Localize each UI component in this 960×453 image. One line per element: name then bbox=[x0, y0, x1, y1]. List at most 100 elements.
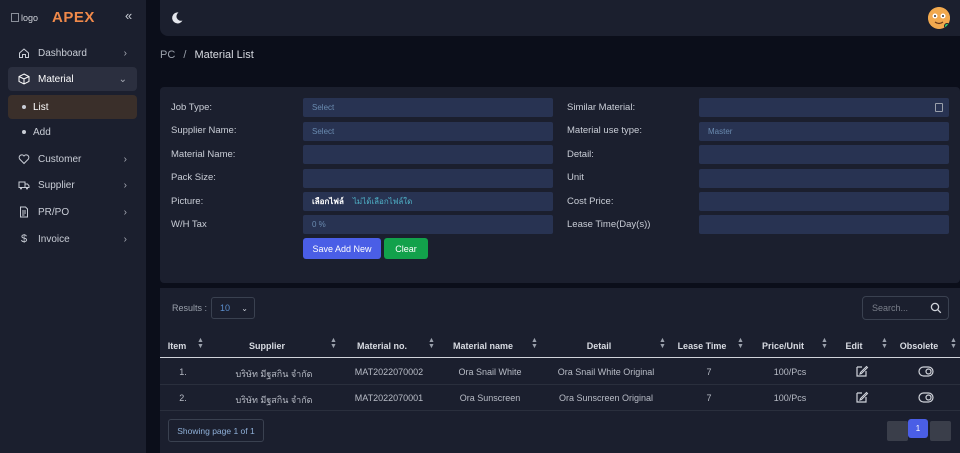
sort-icon[interactable]: ▲ ▼ bbox=[737, 337, 744, 350]
table-row: 2. บริษัท มีฐสกิน จำกัด MAT2022070001 Or… bbox=[160, 385, 960, 411]
column-header-supplier[interactable]: Supplier bbox=[249, 341, 285, 351]
bullet-icon bbox=[22, 105, 26, 109]
supplier-name-label: Supplier Name: bbox=[171, 125, 237, 136]
brand-name: APEX bbox=[52, 9, 95, 26]
topbar bbox=[160, 0, 960, 36]
cell-detail: Ora Snail White Original bbox=[557, 367, 655, 377]
document-icon bbox=[18, 206, 30, 218]
cell-item: 2. bbox=[179, 393, 187, 403]
sidebar-item-dashboard[interactable]: Dashboard › bbox=[8, 41, 137, 65]
column-header-price-unit[interactable]: Price/Unit bbox=[762, 341, 804, 351]
sidebar-item-label: PR/PO bbox=[38, 206, 70, 218]
similar-material-label: Similar Material: bbox=[567, 102, 636, 113]
cell-material-no: MAT2022070001 bbox=[354, 393, 424, 403]
sort-icon[interactable]: ▲ ▼ bbox=[881, 337, 888, 350]
sidebar-item-invoice[interactable]: $ Invoice › bbox=[8, 227, 137, 251]
detail-label: Detail: bbox=[567, 149, 594, 160]
breadcrumb: PC / Material List bbox=[160, 49, 254, 61]
picture-file-input[interactable]: เลือกไฟล์ ไม่ได้เลือกไฟล์ใด bbox=[303, 192, 553, 211]
sort-icon[interactable]: ▲ ▼ bbox=[821, 337, 828, 350]
sidebar-item-label: Dashboard bbox=[38, 47, 87, 59]
material-use-type-select[interactable]: Master bbox=[699, 122, 949, 141]
sidebar-item-pr-po[interactable]: PR/PO › bbox=[8, 200, 137, 224]
collapse-sidebar-icon[interactable]: « bbox=[125, 8, 132, 23]
cell-price: 100/Pcs bbox=[773, 393, 807, 403]
truck-icon bbox=[18, 179, 30, 191]
pack-size-input[interactable] bbox=[303, 169, 553, 188]
clear-button[interactable]: Clear bbox=[384, 238, 428, 259]
sort-icon[interactable]: ▲ ▼ bbox=[330, 337, 337, 350]
unit-input[interactable] bbox=[699, 169, 949, 188]
cell-supplier: บริษัท มีฐสกิน จำกัด bbox=[235, 369, 313, 379]
material-form: Job Type: Supplier Name: Material Name: … bbox=[160, 87, 960, 283]
save-add-new-button[interactable]: Save Add New bbox=[303, 238, 381, 259]
pagination-info: Showing page 1 of 1 bbox=[168, 419, 264, 442]
online-status-icon bbox=[944, 23, 950, 29]
material-table-card: Results : 10 ⌄ Search... Item ▲ ▼ Supplie… bbox=[160, 288, 960, 453]
avatar[interactable] bbox=[928, 7, 950, 29]
edit-icon[interactable] bbox=[855, 364, 869, 378]
column-header-obsolete[interactable]: Obsolete bbox=[900, 341, 939, 351]
column-header-lease-time[interactable]: Lease Time bbox=[678, 341, 727, 351]
column-header-material-name[interactable]: Material name bbox=[453, 341, 513, 351]
page-size-select[interactable]: 10 ⌄ bbox=[211, 297, 255, 319]
material-name-input[interactable] bbox=[303, 145, 553, 164]
material-use-type-label: Material use type: bbox=[567, 125, 642, 136]
table-header: Item ▲ ▼ Supplier ▲ ▼ Material no. ▲ ▼ Mate… bbox=[160, 334, 960, 358]
cell-material-no: MAT2022070002 bbox=[354, 367, 424, 377]
chevron-right-icon: › bbox=[123, 47, 127, 59]
lease-time-label: Lease Time(Day(s)) bbox=[567, 219, 651, 230]
chevron-down-icon: ⌄ bbox=[118, 73, 127, 85]
toggle-icon[interactable] bbox=[918, 392, 934, 403]
sort-icon[interactable]: ▲ ▼ bbox=[428, 337, 435, 350]
sidebar-item-supplier[interactable]: Supplier › bbox=[8, 173, 137, 197]
sort-icon[interactable]: ▲ ▼ bbox=[950, 337, 957, 350]
sort-icon[interactable]: ▲ ▼ bbox=[659, 337, 666, 350]
search-icon[interactable] bbox=[930, 302, 942, 314]
cell-item: 1. bbox=[179, 367, 187, 377]
sidebar-subitem-list[interactable]: List bbox=[8, 95, 137, 119]
column-header-item[interactable]: Item bbox=[168, 341, 187, 351]
job-type-select[interactable]: Select bbox=[303, 98, 553, 117]
breadcrumb-root[interactable]: PC bbox=[160, 49, 175, 61]
sidebar-item-customer[interactable]: Customer › bbox=[8, 147, 137, 171]
detail-input[interactable] bbox=[699, 145, 949, 164]
chevron-down-icon: ⌄ bbox=[241, 303, 248, 313]
file-status-text: ไม่ได้เลือกไฟล์ใด bbox=[352, 197, 413, 206]
dollar-icon: $ bbox=[20, 233, 28, 245]
cell-material-name: Ora Sunscreen bbox=[459, 393, 521, 403]
toggle-icon[interactable] bbox=[918, 366, 934, 377]
sort-icon[interactable]: ▲ ▼ bbox=[197, 337, 204, 350]
moon-icon[interactable] bbox=[170, 11, 184, 25]
column-header-edit[interactable]: Edit bbox=[846, 341, 863, 351]
sidebar-subitem-add[interactable]: Add bbox=[8, 120, 137, 144]
pagination-next-button[interactable] bbox=[930, 421, 951, 441]
cost-price-label: Cost Price: bbox=[567, 196, 614, 207]
sidebar: logo APEX « Dashboard › Material ⌄ List … bbox=[0, 0, 146, 453]
column-header-material-no[interactable]: Material no. bbox=[357, 341, 407, 351]
breadcrumb-separator: / bbox=[183, 49, 187, 61]
pagination-prev-button[interactable] bbox=[887, 421, 908, 441]
picture-label: Picture: bbox=[171, 196, 204, 207]
pagination-page-button[interactable]: 1 bbox=[908, 419, 928, 438]
sort-icon[interactable]: ▲ ▼ bbox=[531, 337, 538, 350]
sidebar-subitem-label: List bbox=[33, 101, 49, 113]
cost-price-input[interactable] bbox=[699, 192, 949, 211]
edit-icon[interactable] bbox=[855, 390, 869, 404]
lease-time-input[interactable] bbox=[699, 215, 949, 234]
similar-material-input[interactable] bbox=[699, 98, 949, 117]
sidebar-item-label: Supplier bbox=[38, 179, 75, 191]
pack-size-label: Pack Size: bbox=[171, 172, 216, 183]
lookup-icon[interactable] bbox=[935, 103, 943, 112]
logo[interactable]: logo APEX bbox=[11, 9, 95, 26]
cell-detail: Ora Sunscreen Original bbox=[558, 393, 654, 403]
column-header-detail[interactable]: Detail bbox=[587, 341, 612, 351]
sidebar-item-material[interactable]: Material ⌄ bbox=[8, 67, 137, 91]
supplier-name-select[interactable]: Select bbox=[303, 122, 553, 141]
wh-tax-input[interactable]: 0 % bbox=[303, 215, 553, 234]
cell-lease-time: 7 bbox=[706, 367, 712, 377]
home-icon bbox=[18, 47, 30, 59]
search-input[interactable]: Search... bbox=[862, 296, 949, 320]
choose-file-button[interactable]: เลือกไฟล์ bbox=[312, 195, 344, 208]
sidebar-item-label: Material bbox=[38, 73, 74, 85]
